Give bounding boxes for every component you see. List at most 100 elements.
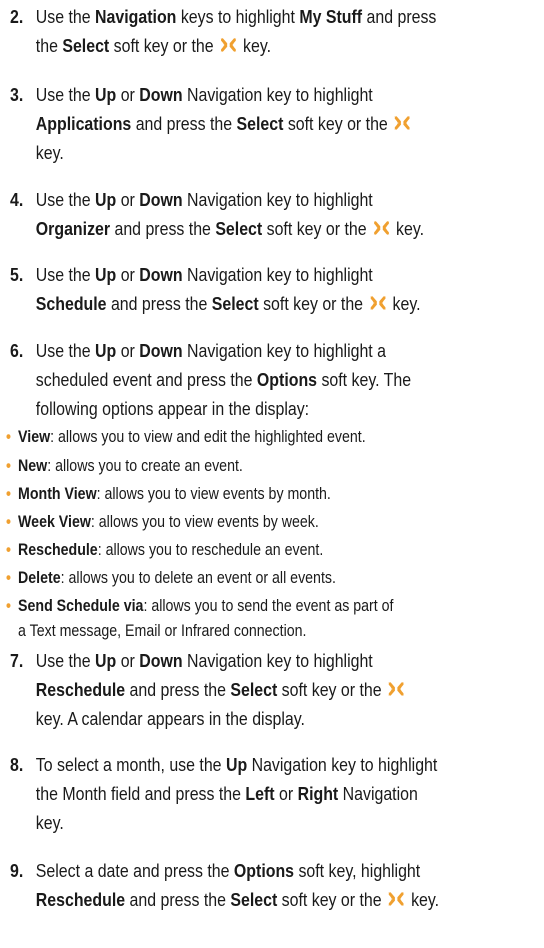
text-span: the [35, 35, 63, 56]
bold-term: Schedule [35, 293, 107, 314]
bullet-icon: • [6, 485, 11, 503]
step-text: Use the Up or Down Navigation key to hig… [36, 646, 457, 733]
option-new: • New: allows you to create an event. [6, 454, 513, 479]
text-line: Use the Up or Down Navigation key to hig… [36, 336, 457, 365]
bold-term: View [18, 428, 51, 446]
text-line: the Month field and press the Left or Ri… [36, 779, 457, 808]
step-number: 7. [10, 650, 24, 671]
bold-term: Month View [18, 485, 97, 503]
text-line: Schedule and press the Select soft key o… [36, 289, 457, 318]
text-span: key. [406, 889, 440, 910]
bold-term: Left [245, 783, 275, 804]
text-span: Navigation key to highlight a [182, 340, 387, 361]
step-text: Use the Up or Down Navigation key to hig… [36, 185, 457, 243]
text-span: : allows you to send the event as part o… [143, 597, 394, 615]
select-key-icon [220, 38, 237, 52]
text-line: Reschedule: allows you to reschedule an … [18, 538, 513, 563]
text-span: or [116, 340, 140, 361]
text-span: and press the [131, 113, 237, 134]
bold-term: Up [95, 340, 117, 361]
bold-term: Week View [18, 513, 91, 531]
option-week-view: • Week View: allows you to view events by… [6, 510, 513, 535]
option-text: Week View: allows you to view events by … [18, 510, 513, 535]
option-text: Reschedule: allows you to reschedule an … [18, 538, 513, 563]
step-number: 5. [10, 264, 24, 285]
text-span: Use the [35, 6, 96, 27]
bold-term: Select [62, 35, 110, 56]
text-span: Use the [35, 650, 96, 671]
bold-term: Options [233, 860, 295, 881]
bold-term: Organizer [35, 218, 111, 239]
text-span: soft key or the [283, 113, 393, 134]
bold-term: Down [139, 264, 183, 285]
text-span: and press the [110, 218, 216, 239]
bullet-icon: • [6, 569, 11, 587]
bold-term: Applications [35, 113, 132, 134]
bold-term: Select [230, 889, 278, 910]
step-number: 3. [10, 84, 24, 105]
text-span: soft key, highlight [294, 860, 421, 881]
text-span: the Month field and press the [35, 783, 246, 804]
bold-term: Send Schedule via [18, 597, 144, 615]
step-number: 8. [10, 754, 24, 775]
select-key-icon [388, 892, 405, 906]
text-line: Reschedule and press the Select soft key… [36, 885, 457, 914]
text-line: scheduled event and press the Options so… [36, 365, 457, 394]
text-line: Use the Up or Down Navigation key to hig… [36, 646, 457, 675]
option-text: Month View: allows you to view events by… [18, 482, 513, 507]
text-span: Navigation key to highlight [182, 189, 373, 210]
bullet-icon: • [6, 541, 11, 559]
text-line: Organizer and press the Select soft key … [36, 214, 457, 243]
text-span: and press the [125, 679, 231, 700]
text-span: or [116, 84, 140, 105]
step-number: 2. [10, 6, 24, 27]
text-line: Applications and press the Select soft k… [36, 109, 457, 138]
text-span: Navigation key to highlight [247, 754, 438, 775]
text-line: Delete: allows you to delete an event or… [18, 566, 513, 591]
bold-term: Up [225, 754, 248, 775]
bullet-icon: • [6, 428, 11, 446]
step-6: 6. Use the Up or Down Navigation key to h… [10, 336, 457, 423]
text-span: keys to highlight [176, 6, 300, 27]
bold-term: Reschedule [35, 889, 126, 910]
text-span: Select a date and press the [35, 860, 234, 881]
option-text: Send Schedule via: allows you to send th… [18, 594, 513, 644]
text-line: New: allows you to create an event. [18, 454, 513, 479]
step-text: Use the Navigation keys to highlight My … [36, 2, 457, 60]
bold-term: Up [95, 650, 117, 671]
bold-term: Up [95, 264, 117, 285]
step-number: 4. [10, 189, 24, 210]
option-month-view: • Month View: allows you to view events b… [6, 482, 513, 507]
bold-term: Up [95, 84, 117, 105]
text-span: or [274, 783, 298, 804]
text-span: or [116, 650, 140, 671]
text-span: key. [35, 142, 64, 163]
bold-term: Reschedule [18, 541, 98, 559]
text-span: or [116, 264, 140, 285]
text-span: : allows you to delete an event or all e… [60, 569, 336, 587]
text-span: : allows you to reschedule an event. [97, 541, 324, 559]
text-span: soft key or the [258, 293, 368, 314]
text-line: Use the Up or Down Navigation key to hig… [36, 185, 457, 214]
text-span: soft key or the [277, 679, 387, 700]
text-span: soft key or the [277, 889, 387, 910]
text-line: Use the Navigation keys to highlight My … [36, 2, 457, 31]
step-4: 4. Use the Up or Down Navigation key to h… [10, 185, 457, 243]
option-text: New: allows you to create an event. [18, 454, 513, 479]
option-reschedule: • Reschedule: allows you to reschedule an… [6, 538, 513, 563]
bold-term: Reschedule [35, 679, 126, 700]
manual-page: 2. Use the Navigation keys to highlight M… [0, 0, 544, 948]
text-line: key. [36, 808, 457, 837]
step-3: 3. Use the Up or Down Navigation key to h… [10, 80, 457, 167]
text-span: key. [35, 812, 64, 833]
bullet-icon: • [6, 513, 11, 531]
text-span: key. [391, 218, 425, 239]
text-span: and press the [125, 889, 231, 910]
text-span: Use the [35, 84, 96, 105]
text-line: Send Schedule via: allows you to send th… [18, 594, 513, 619]
text-line: To select a month, use the Up Navigation… [36, 750, 457, 779]
text-line: Select a date and press the Options soft… [36, 856, 457, 885]
text-span: : allows you to view events by month. [96, 485, 331, 503]
bold-term: Select [230, 679, 278, 700]
bold-term: Down [139, 340, 183, 361]
